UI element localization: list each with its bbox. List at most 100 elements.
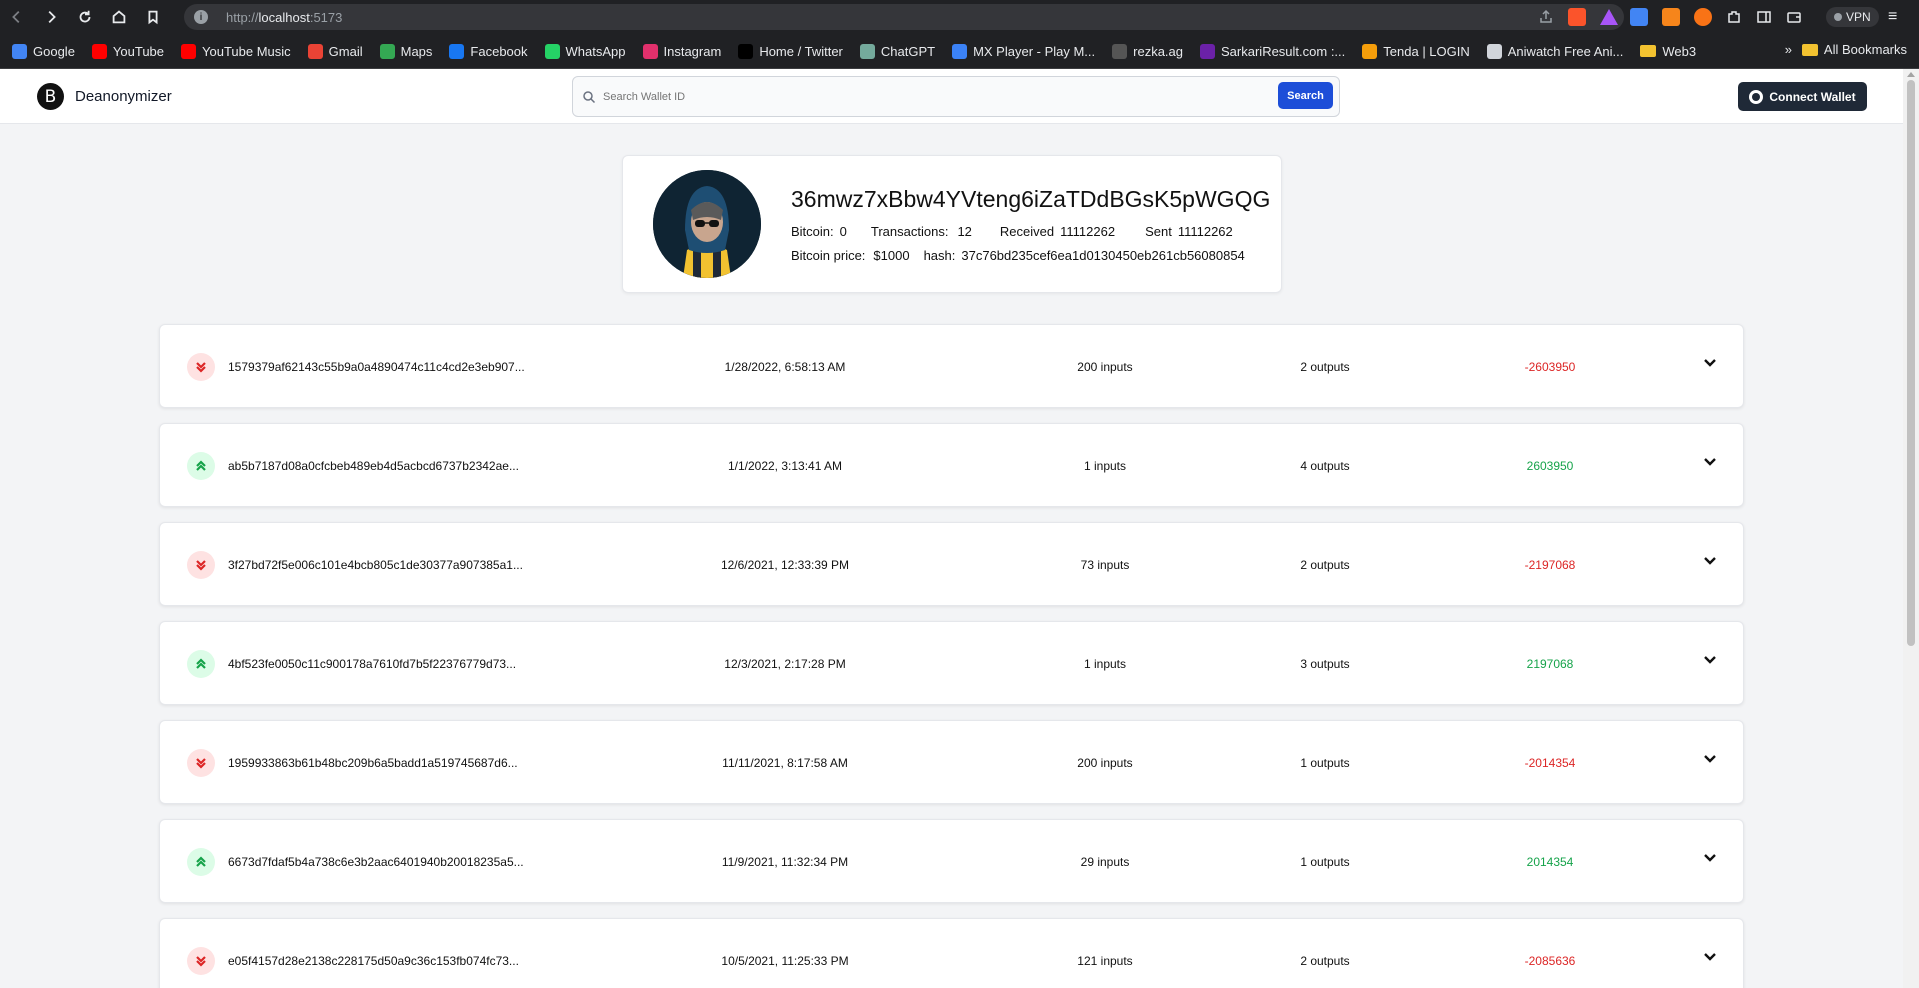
transaction-amount: 2014354	[1526, 855, 1574, 869]
bookmark-icon[interactable]	[136, 0, 170, 34]
transaction-date: 12/3/2021, 2:17:28 PM	[724, 657, 846, 671]
wallet-stats: Bitcoin: 0 Transactions: 12 Received 111…	[791, 224, 1233, 239]
transaction-row[interactable]: 6673d7fdaf5b4a738c6e3b2aac6401940b200182…	[159, 819, 1744, 903]
bookmark-item[interactable]: Aniwatch Free Ani...	[1486, 43, 1623, 59]
browser-toolbar: i http://localhost:5173 VPN ≡	[0, 0, 1919, 34]
chevron-down-icon[interactable]	[1703, 454, 1717, 468]
puzzle-icon[interactable]	[1726, 9, 1742, 25]
page-scrollbar[interactable]	[1903, 69, 1919, 988]
bookmark-label: YouTube	[112, 43, 165, 59]
bookmark-item[interactable]: Web3	[1640, 44, 1696, 59]
gmail-icon	[307, 43, 323, 59]
bookmark-item[interactable]: YouTube Music	[181, 43, 291, 59]
scrollbar-thumb[interactable]	[1907, 80, 1915, 646]
bookmark-item[interactable]: Tenda | LOGIN	[1362, 43, 1470, 59]
vpn-button[interactable]: VPN	[1826, 7, 1879, 27]
brave-shield-icon[interactable]	[1568, 8, 1586, 26]
bitcoin-value: 0	[839, 224, 847, 239]
transaction-row[interactable]: e05f4157d28e2138c228175d50a9c36c153fb074…	[159, 918, 1744, 988]
transaction-inputs: 200 inputs	[1077, 756, 1133, 770]
transaction-row[interactable]: 3f27bd72f5e006c101e4bcb805c1de30377a9073…	[159, 522, 1744, 606]
bookmark-item[interactable]: Home / Twitter	[738, 43, 843, 59]
chevron-down-icon[interactable]	[1703, 751, 1717, 765]
bookmark-label: Instagram	[663, 43, 722, 59]
home-icon[interactable]	[102, 0, 136, 34]
bookmark-item[interactable]: Instagram	[642, 43, 722, 59]
bookmark-item[interactable]: Facebook	[449, 43, 528, 59]
transaction-date: 11/11/2021, 8:17:58 AM	[722, 756, 848, 770]
reload-icon[interactable]	[68, 0, 102, 34]
transaction-date: 1/28/2022, 6:58:13 AM	[724, 360, 846, 374]
all-bookmarks[interactable]: All Bookmarks	[1801, 42, 1907, 57]
incoming-arrow-icon	[187, 848, 215, 876]
bookmark-item[interactable]: YouTube	[91, 43, 165, 59]
transaction-hash[interactable]: 4bf523fe0050c11c900178a7610fd7b5f2237677…	[228, 657, 516, 671]
transaction-date: 11/9/2021, 11:32:34 PM	[721, 855, 849, 869]
brand-name[interactable]: Deanonymizer	[75, 88, 172, 105]
transaction-amount: -2603950	[1524, 360, 1576, 374]
transaction-amount: -2014354	[1524, 756, 1576, 770]
chevron-down-icon[interactable]	[1703, 553, 1717, 567]
sent-value: 11112262	[1177, 224, 1233, 239]
menu-icon[interactable]: ≡	[1888, 8, 1897, 26]
chevron-down-icon[interactable]	[1703, 355, 1717, 369]
youtube-music-icon	[181, 43, 197, 59]
mx-player-icon	[952, 43, 968, 59]
bookmark-item[interactable]: Maps	[379, 43, 433, 59]
aniwatch-icon	[1486, 43, 1502, 59]
transaction-row[interactable]: 1959933863b61b48bc209b6a5badd1a519745687…	[159, 720, 1744, 804]
extension-orange-icon[interactable]	[1694, 8, 1712, 26]
sidebar-icon[interactable]	[1756, 9, 1772, 25]
transaction-hash[interactable]: 6673d7fdaf5b4a738c6e3b2aac6401940b200182…	[228, 855, 524, 869]
scroll-up-icon[interactable]	[1907, 72, 1915, 77]
transaction-hash[interactable]: 3f27bd72f5e006c101e4bcb805c1de30377a9073…	[228, 558, 523, 572]
google-icon	[12, 43, 27, 59]
chevron-down-icon[interactable]	[1703, 850, 1717, 864]
transaction-row[interactable]: 1579379af62143c55b9a0a4890474c11c4cd2e3e…	[159, 324, 1744, 408]
share-icon[interactable]	[1538, 9, 1554, 25]
transaction-row[interactable]: 4bf523fe0050c11c900178a7610fd7b5f2237677…	[159, 621, 1744, 705]
facebook-icon	[449, 43, 465, 59]
bookmark-item[interactable]: SarkariResult.com :...	[1200, 43, 1345, 59]
back-icon[interactable]	[0, 0, 34, 34]
translate-icon[interactable]	[1630, 8, 1648, 26]
transaction-date: 1/1/2022, 3:13:41 AM	[727, 459, 843, 473]
chevron-down-icon[interactable]	[1703, 652, 1717, 666]
site-info-icon[interactable]: i	[194, 10, 208, 24]
tenda-icon	[1362, 43, 1378, 59]
incoming-arrow-icon	[187, 452, 215, 480]
forward-icon[interactable]	[34, 0, 68, 34]
transaction-hash[interactable]: 1959933863b61b48bc209b6a5badd1a519745687…	[228, 756, 518, 770]
bookmark-item[interactable]: Gmail	[307, 43, 363, 59]
bookmark-label: Maps	[400, 43, 433, 59]
search-icon	[583, 91, 596, 104]
transaction-inputs: 29 inputs	[1080, 855, 1130, 869]
sent-label: Sent	[1145, 224, 1172, 239]
address-bar[interactable]: i http://localhost:5173	[184, 4, 1624, 30]
search-input[interactable]	[603, 85, 1243, 109]
wallet-id: 36mwz7xBbw4YVteng6iZaTDdBGsK5pWGQG	[791, 186, 1271, 212]
bookmark-label: Web3	[1662, 43, 1697, 59]
bookmark-item[interactable]: rezka.ag	[1112, 43, 1183, 59]
chevron-down-icon[interactable]	[1703, 949, 1717, 963]
connect-wallet-button[interactable]: Connect Wallet	[1738, 82, 1867, 111]
bookmarks-bar: Google YouTube YouTube Music Gmail Maps Faceb…	[0, 34, 1919, 69]
brave-rewards-icon[interactable]	[1600, 9, 1618, 25]
bookmark-item[interactable]: MX Player - Play M...	[952, 43, 1095, 59]
bookmark-item[interactable]: Google	[12, 43, 75, 59]
bookmark-item[interactable]: WhatsApp	[544, 43, 626, 59]
transaction-outputs: 1 outputs	[1300, 756, 1350, 770]
wallet-icon[interactable]	[1786, 9, 1802, 25]
transaction-hash[interactable]: e05f4157d28e2138c228175d50a9c36c153fb074…	[228, 954, 519, 968]
bitcoin-price-value: $1000	[873, 248, 910, 263]
transaction-row[interactable]: ab5b7187d08a0cfcbeb489eb4d5acbcd6737b234…	[159, 423, 1744, 507]
bookmark-item[interactable]: ChatGPT	[859, 43, 935, 59]
metamask-icon[interactable]	[1662, 8, 1680, 26]
outgoing-arrow-icon	[187, 353, 215, 381]
transaction-hash[interactable]: 1579379af62143c55b9a0a4890474c11c4cd2e3e…	[228, 360, 525, 374]
transaction-hash[interactable]: ab5b7187d08a0cfcbeb489eb4d5acbcd6737b234…	[228, 459, 519, 473]
chevron-right-icon[interactable]: »	[1785, 42, 1792, 57]
search-button[interactable]: Search	[1278, 82, 1333, 109]
logo-icon[interactable]: B	[37, 83, 64, 110]
github-icon	[1749, 89, 1764, 104]
